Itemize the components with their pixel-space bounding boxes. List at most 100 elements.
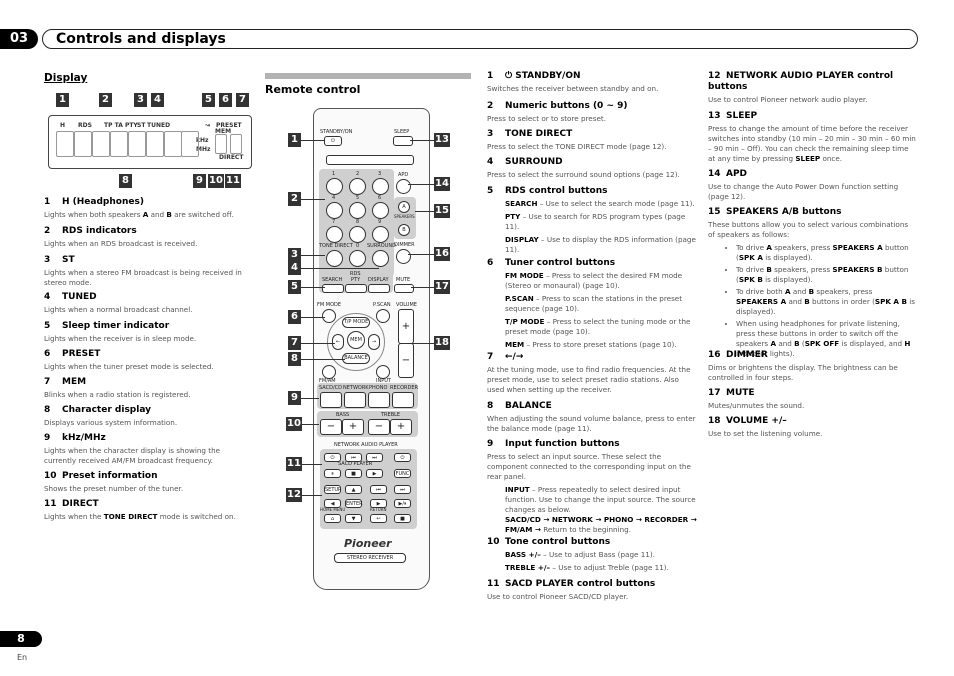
display-badge: 10 [208,174,224,188]
treble-label: TREBLE [381,412,401,418]
rds-display-button[interactable] [368,284,390,293]
remote-item: 9 Input function buttons Press to select … [487,439,697,534]
bass-plus-button[interactable]: + [342,419,364,435]
tone-direct-button[interactable] [326,250,343,267]
setup-button[interactable]: SETUP [324,485,341,494]
digit-2-button[interactable] [349,178,366,195]
mem-button[interactable]: MEM [347,331,365,349]
digit-9-button[interactable] [372,226,389,243]
leader-line [411,287,434,288]
remote-badge: 6 [288,310,301,324]
up-button[interactable]: ▲ [345,485,362,494]
remote-badge: 18 [434,336,450,350]
display-badge: 8 [119,174,132,188]
dimmer-button[interactable] [396,249,411,264]
digit-5-button[interactable] [349,202,366,219]
leader-line [301,398,319,399]
standby-button[interactable]: ⏻ [324,136,342,146]
mute-button[interactable] [394,284,414,293]
right-arrow-button[interactable]: → [368,334,380,350]
digit-4-button[interactable] [326,202,343,219]
surround-button[interactable] [372,250,389,267]
leader-line [302,464,322,465]
sacd-cd-button[interactable] [320,392,342,408]
digit-0-button[interactable] [349,250,366,267]
remote-item: 1 ⏻ STANDBY/ON Switches the receiver betw… [487,71,659,93]
balance-button[interactable]: BALANCE [342,353,370,364]
down-button[interactable]: ▼ [345,514,362,523]
st-indicator: ST [137,122,146,129]
sacd-pause-button[interactable]: ⏸ [324,469,341,478]
nap-next-button[interactable]: ⏭ [394,485,411,494]
leader-line [301,140,325,141]
home-menu-button[interactable]: ⌂ [324,514,341,523]
return-button[interactable]: ↩ [370,514,387,523]
volume-down-button[interactable]: − [398,343,414,378]
nap-power-button[interactable]: ⏻ [394,453,411,462]
fm-mode-button[interactable] [322,309,336,323]
digit-8-button[interactable] [349,226,366,243]
fm-am-button[interactable] [322,365,336,379]
display-badge: 6 [219,93,232,107]
remote-item: 12 NETWORK AUDIO PLAYER control buttons U… [708,71,894,104]
leader-line [301,268,379,269]
phono-button[interactable] [368,392,390,408]
nap-prev-button[interactable]: ⏮ [370,485,387,494]
recorder-label: RECORDER [390,385,419,391]
apd-button[interactable] [396,179,411,194]
display-item: 8 Character display Displays various syst… [44,405,178,427]
display-item: 1H (Headphones) Lights when both speaker… [44,197,234,219]
volume-label: VOLUME [396,302,417,308]
display-item: 11 DIRECT Lights when the TONE DIRECT mod… [44,499,236,521]
remote-item: 8 BALANCE When adjusting the sound volume… [487,401,696,433]
pscan-button[interactable] [376,309,390,323]
digit-7-button[interactable] [326,226,343,243]
treble-minus-button[interactable]: − [368,419,390,435]
recorder-button[interactable] [392,392,414,408]
tuned-indicator: TUNED [147,122,171,129]
enter-button[interactable]: ENTER [345,499,363,508]
digit-6-button[interactable] [372,202,389,219]
display-badge: 7 [236,93,249,107]
remote-item: 18 VOLUME +/– Use to set the listening vo… [708,416,823,438]
rds-pty-button[interactable] [345,284,367,293]
remote-badge: 1 [288,133,301,147]
nap-stop-button[interactable]: ■ [394,514,411,523]
remote-item: 7 ←/→ At the tuning mode, use to find rad… [487,352,691,394]
network-button[interactable] [344,392,366,408]
digit-label: 9 [378,219,382,225]
remote-item: 3 TONE DIRECT Press to select the TONE DI… [487,129,667,151]
display-badge: 3 [134,93,147,107]
leader-line [411,343,434,344]
digit-label: 6 [378,195,382,201]
play-pause-button[interactable]: ▶/⏸ [394,499,411,508]
tone-direct-label: TONE DIRECT [319,243,353,249]
leader-line [301,255,325,256]
leader-line [301,343,335,344]
digit-1-button[interactable] [326,178,343,195]
leader-line [302,424,319,425]
speakers-b-button[interactable]: B [398,224,410,236]
sleep-button[interactable] [393,136,413,146]
nap-label: NETWORK AUDIO PLAYER [334,442,398,448]
volume-up-button[interactable]: + [398,309,414,344]
remote-item: 6 Tuner control buttons FM MODE – Press t… [487,258,691,349]
tp-mode-button[interactable]: T/P MODE [342,317,370,328]
display-item: 4 TUNED Lights when a normal broadcast ch… [44,292,193,314]
speakers-a-button[interactable]: A [398,201,410,213]
bass-minus-button[interactable]: − [320,419,342,435]
treble-plus-button[interactable]: + [390,419,412,435]
display-badge: 9 [193,174,206,188]
rds-search-button[interactable] [322,284,344,293]
digit-3-button[interactable] [372,178,389,195]
mute-label: MUTE [396,277,411,283]
search-label: SEARCH [322,277,343,283]
sacd-stop-button[interactable]: ■ [345,469,362,478]
remote-item: 4 SURROUND Press to select the surround s… [487,157,680,179]
func-button[interactable]: FUNC [394,469,411,478]
input-button[interactable] [376,365,390,379]
left-arrow-button[interactable]: ← [332,334,344,350]
page-language: En [17,653,28,662]
remote-item: 16 DIMMER Dims or brightens the display. … [708,350,898,382]
sacd-play-button[interactable]: ▶ [366,469,383,478]
